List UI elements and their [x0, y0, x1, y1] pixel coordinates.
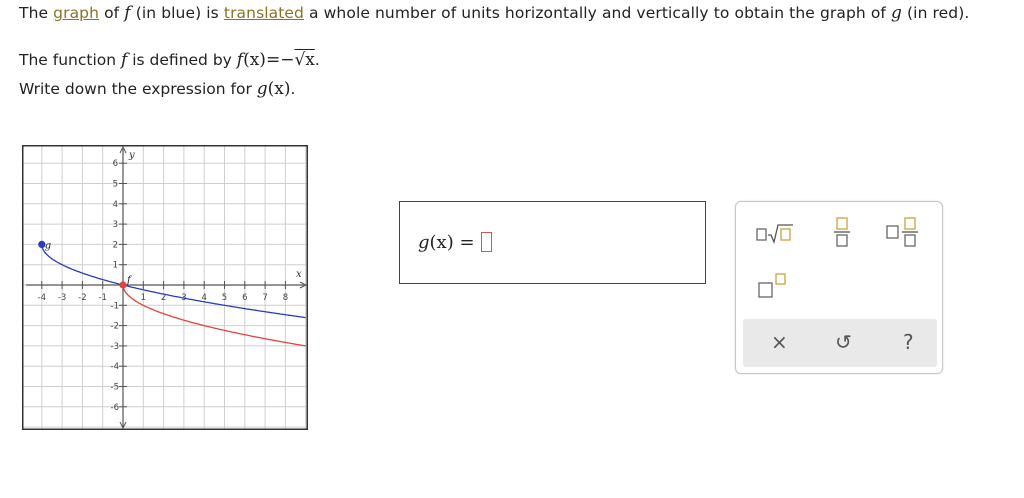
- graph-link[interactable]: graph: [53, 4, 99, 22]
- y-axis-label: y: [128, 150, 135, 161]
- mixed-number-template-button[interactable]: [886, 216, 922, 252]
- y-tick-label: 5: [113, 180, 118, 190]
- y-tick-label: 6: [113, 159, 118, 169]
- answer-arg: (x): [429, 232, 454, 253]
- problem-text: The: [19, 4, 49, 22]
- problem-line-2: The function f is defined by f(x)=−√x.: [19, 50, 320, 70]
- problem-text: (in red).: [907, 4, 970, 22]
- sqrt-x: √x: [294, 50, 315, 70]
- problem-text: is defined by: [132, 51, 232, 69]
- problem-line-1: The graph of f (in blue) is translated a…: [19, 3, 969, 23]
- f-curve-red: [122, 284, 306, 347]
- axes: [26, 145, 308, 430]
- palette-actions-bar: × ↺ ?: [743, 319, 937, 367]
- y-tick-label: 1: [113, 261, 118, 271]
- g-start-point: [38, 240, 46, 248]
- tick-labels: -4 -3 -2 -1 1 2 3 4 5 6 7 81-12-23-34-45-56-6xygf: [38, 150, 302, 413]
- answer-box[interactable]: g(x) =: [399, 201, 706, 284]
- y-tick-label: -6: [111, 403, 119, 413]
- x-tick-label: -1: [98, 293, 106, 303]
- g-variable: g: [256, 79, 268, 99]
- problem-text: .: [314, 51, 320, 69]
- f-definition-arg: (x): [243, 50, 266, 70]
- f-variable: f: [124, 3, 131, 23]
- help-button[interactable]: ?: [903, 330, 914, 354]
- g-curve-label: g: [45, 240, 51, 251]
- y-tick-label: -3: [111, 342, 119, 352]
- undo-button[interactable]: ↺: [835, 330, 852, 354]
- y-tick-label: 2: [113, 240, 118, 250]
- mixed-number-template-icon: [886, 217, 918, 247]
- g-variable: g: [891, 3, 902, 23]
- f-variable: f: [121, 50, 128, 70]
- x-tick-label: -4: [38, 293, 46, 303]
- f-start-point: [119, 281, 127, 289]
- y-tick-label: -2: [111, 322, 119, 332]
- answer-equals: =: [459, 232, 475, 253]
- g-arg: (x): [267, 79, 291, 99]
- g-curve-blue: [41, 244, 306, 319]
- y-tick-label: 3: [113, 220, 118, 230]
- exponent-template-button[interactable]: [758, 272, 792, 304]
- translated-link[interactable]: translated: [224, 4, 304, 22]
- problem-text: (in blue) is: [135, 4, 219, 22]
- y-tick-label: -1: [111, 301, 119, 311]
- x-axis-label: x: [296, 269, 302, 280]
- square-root-template-icon: [756, 224, 793, 245]
- y-tick-label: 4: [113, 200, 118, 210]
- y-tick-label: -5: [111, 383, 119, 393]
- exponent-template-icon: [758, 273, 786, 298]
- square-root-template-button[interactable]: [756, 222, 796, 250]
- x-tick-label: -3: [58, 293, 66, 303]
- problem-text: of: [104, 4, 120, 22]
- x-tick-label: 8: [283, 293, 288, 303]
- answer-g: g: [418, 232, 430, 253]
- x-tick-label: 1: [141, 293, 146, 303]
- graph-svg: -4 -3 -2 -1 1 2 3 4 5 6 7 81-12-23-34-45-56-6xygf: [22, 142, 388, 430]
- equals-sign: =: [265, 50, 281, 70]
- answer-input-slot[interactable]: [480, 232, 492, 252]
- problem-text: a whole number of units horizontally and…: [309, 4, 886, 22]
- f-curve-label: f: [126, 275, 133, 286]
- x-tick-label: 6: [242, 293, 247, 303]
- problem-text: The function: [19, 51, 117, 69]
- fraction-template-button[interactable]: [832, 216, 852, 252]
- problem-line-3: Write down the expression for g(x).: [19, 79, 295, 99]
- x-tick-label: -2: [78, 293, 86, 303]
- problem-text: Write down the expression for: [19, 80, 252, 98]
- minus-sign: −: [280, 50, 295, 70]
- coordinate-graph: -4 -3 -2 -1 1 2 3 4 5 6 7 8 1 -1 2 -2 3 -3 4 -4 5 -5 6 -6 x y g f: [22, 142, 388, 430]
- x-tick-label: 5: [222, 293, 227, 303]
- answer-expression: g(x) =: [418, 232, 492, 253]
- x-tick-label: 7: [262, 293, 267, 303]
- y-tick-label: -4: [111, 362, 119, 372]
- math-palette: × ↺ ?: [735, 201, 943, 374]
- clear-button[interactable]: ×: [771, 330, 788, 354]
- problem-text: .: [290, 80, 296, 98]
- fraction-template-icon: [834, 217, 850, 247]
